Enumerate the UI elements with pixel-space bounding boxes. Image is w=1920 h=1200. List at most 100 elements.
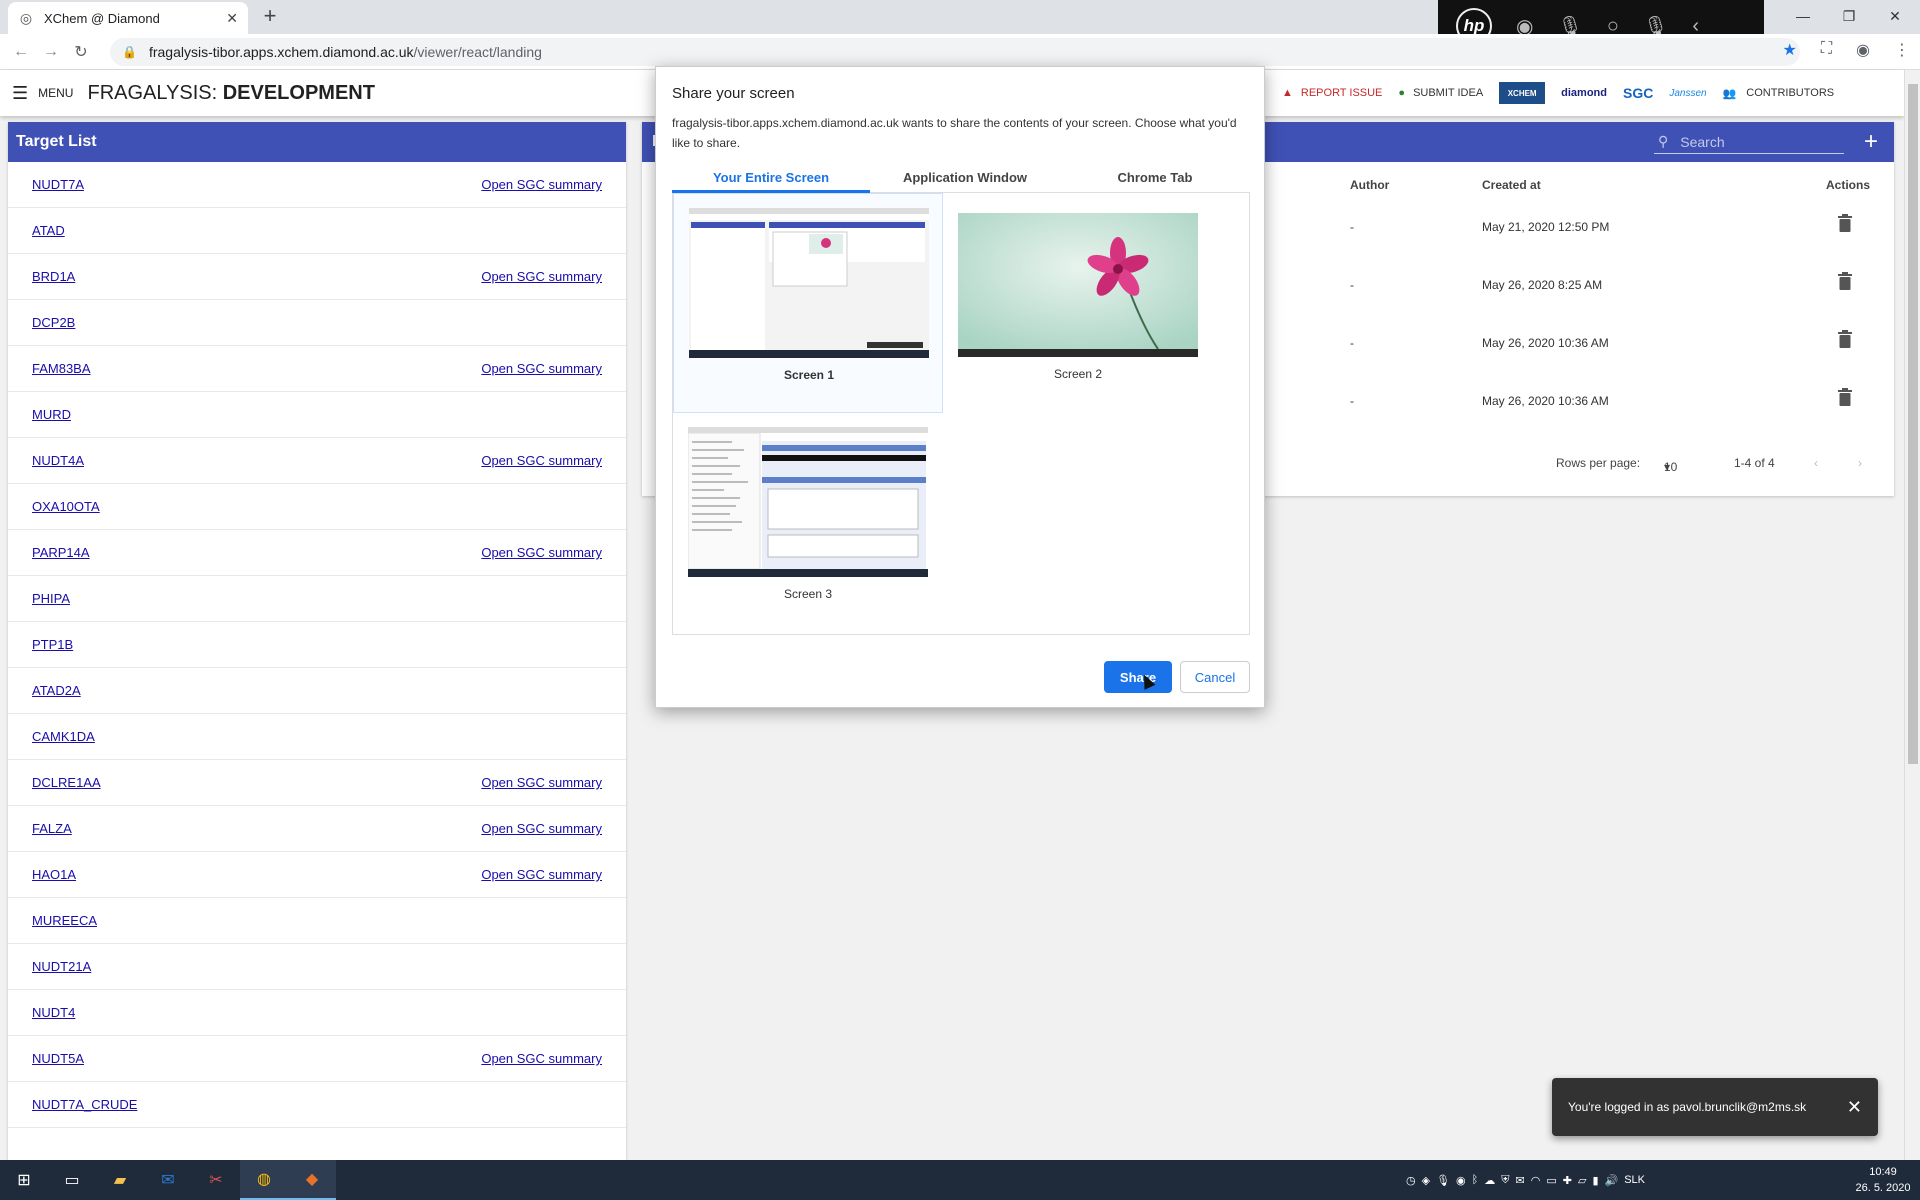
tab-application-window[interactable]: Application Window <box>870 163 1060 193</box>
tab-chrome-tab[interactable]: Chrome Tab <box>1060 163 1250 193</box>
sgc-summary-link[interactable]: Open SGC summary <box>481 177 602 192</box>
search-input[interactable]: ⚲ Search <box>1654 130 1844 154</box>
tray-antivirus-icon[interactable]: ✚ <box>1563 1174 1572 1187</box>
scrollbar-thumb[interactable] <box>1908 84 1918 764</box>
target-link[interactable]: FALZA <box>32 821 72 836</box>
back-icon[interactable]: ← <box>6 43 36 61</box>
page-scrollbar[interactable] <box>1904 70 1920 1160</box>
cancel-button[interactable]: Cancel <box>1180 661 1250 693</box>
target-link[interactable]: ATAD2A <box>32 683 81 698</box>
submit-idea-button[interactable]: ● SUBMIT IDEA <box>1398 87 1483 99</box>
search-icon: ⚲ <box>1658 133 1669 149</box>
tray-battery-icon[interactable]: ▮ <box>1592 1174 1598 1187</box>
outlook-icon[interactable]: ✉ <box>144 1160 192 1200</box>
sketch-app-icon[interactable]: ◆ <box>288 1160 336 1200</box>
target-link[interactable]: NUDT4 <box>32 1005 75 1020</box>
tray-volume-icon[interactable]: 🔊 <box>1605 1174 1619 1187</box>
more-vert-icon[interactable]: ⋮ <box>1894 40 1910 60</box>
chrome-icon[interactable]: ◍ <box>240 1160 288 1200</box>
prev-page-icon[interactable]: ‹ <box>1814 456 1818 470</box>
target-link[interactable]: OXA10OTA <box>32 499 100 514</box>
share-screen-dialog: Share your screen fragalysis-tibor.apps.… <box>655 66 1265 708</box>
system-tray: ◷ ◈ 🎙 ◉ ᛒ ☁ ⛨ ✉ ◠ ▭ ✚ ▱ ▮ 🔊 SLK <box>1406 1160 1645 1200</box>
tray-network-activity-icon[interactable]: ◷ <box>1406 1174 1416 1187</box>
target-row: DCLRE1AA Open SGC summary <box>8 760 626 806</box>
screen-option-1[interactable]: Screen 1 <box>673 193 943 413</box>
delete-icon[interactable] <box>1838 214 1852 235</box>
add-project-button[interactable]: + <box>1864 128 1878 156</box>
target-link[interactable]: PARP14A <box>32 545 90 560</box>
tray-display-icon[interactable]: ▭ <box>1546 1174 1556 1187</box>
cast-icon[interactable]: ⛶ <box>1821 40 1832 60</box>
forward-icon[interactable]: → <box>36 43 66 61</box>
profile-icon[interactable]: ◉ <box>1856 40 1870 60</box>
sgc-summary-link[interactable]: Open SGC summary <box>481 361 602 376</box>
report-issue-button[interactable]: ▲ REPORT ISSUE <box>1282 87 1382 99</box>
tray-cloud-icon[interactable]: ☁ <box>1484 1174 1495 1187</box>
tray-wifi-icon[interactable]: ◠ <box>1531 1174 1541 1187</box>
windows-start-icon[interactable]: ⊞ <box>0 1160 48 1200</box>
target-link[interactable]: NUDT7A_CRUDE <box>32 1097 137 1112</box>
target-link[interactable]: CAMK1DA <box>32 729 95 744</box>
contributors-button[interactable]: 👥 CONTRIBUTORS <box>1723 87 1835 100</box>
tray-bluetooth-icon[interactable]: ᛒ <box>1472 1174 1479 1186</box>
target-link[interactable]: DCP2B <box>32 315 75 330</box>
menu-button[interactable]: ☰ MENU <box>12 83 73 104</box>
screen-option-2[interactable]: Screen 2 <box>943 193 1213 413</box>
screen-1-label: Screen 1 <box>783 368 835 382</box>
tray-outlook-icon[interactable]: ✉ <box>1516 1174 1525 1187</box>
target-link[interactable]: MURD <box>32 407 71 422</box>
tray-chat-icon[interactable]: ▱ <box>1578 1174 1586 1187</box>
target-link[interactable]: NUDT7A <box>32 177 84 192</box>
target-link[interactable]: NUDT5A <box>32 1051 84 1066</box>
new-tab-button[interactable]: + <box>258 5 282 29</box>
bookmark-star-icon[interactable]: ★ <box>1782 40 1796 60</box>
task-view-icon[interactable]: ▭ <box>48 1160 96 1200</box>
next-page-icon[interactable]: › <box>1858 456 1862 470</box>
sgc-summary-link[interactable]: Open SGC summary <box>481 775 602 790</box>
target-link[interactable]: DCLRE1AA <box>32 775 101 790</box>
address-bar[interactable]: 🔒 fragalysis-tibor.apps.xchem.diamond.ac… <box>110 38 1800 66</box>
browser-tab[interactable]: ◎ XChem @ Diamond ✕ <box>8 2 248 34</box>
close-tab-icon[interactable]: ✕ <box>226 10 238 27</box>
target-link[interactable]: PHIPA <box>32 591 70 606</box>
close-window-icon[interactable]: ✕ <box>1872 0 1918 32</box>
sgc-summary-link[interactable]: Open SGC summary <box>481 269 602 284</box>
target-link[interactable]: FAM83BA <box>32 361 91 376</box>
close-icon[interactable]: ✕ <box>1847 1097 1862 1118</box>
sgc-summary-link[interactable]: Open SGC summary <box>481 545 602 560</box>
delete-icon[interactable] <box>1838 388 1852 409</box>
target-row: MUREECA <box>8 898 626 944</box>
target-link[interactable]: MUREECA <box>32 913 97 928</box>
tray-shield-icon[interactable]: ⛨ <box>1501 1174 1509 1187</box>
sgc-summary-link[interactable]: Open SGC summary <box>481 867 602 882</box>
delete-icon[interactable] <box>1838 330 1852 351</box>
target-link[interactable]: BRD1A <box>32 269 75 284</box>
target-link[interactable]: ATAD <box>32 223 65 238</box>
target-link[interactable]: PTP1B <box>32 637 73 652</box>
tray-mic-icon[interactable]: 🎙 <box>1436 1174 1450 1187</box>
tab-entire-screen[interactable]: Your Entire Screen <box>672 163 870 193</box>
target-link[interactable]: NUDT21A <box>32 959 91 974</box>
sgc-summary-link[interactable]: Open SGC summary <box>481 821 602 836</box>
restore-icon[interactable]: ❐ <box>1826 0 1872 32</box>
target-link[interactable]: NUDT4A <box>32 453 84 468</box>
janssen-logo: Janssen <box>1669 87 1707 99</box>
sgc-summary-link[interactable]: Open SGC summary <box>481 453 602 468</box>
file-explorer-icon[interactable]: ▰ <box>96 1160 144 1200</box>
column-author[interactable]: Author <box>1350 178 1389 192</box>
screen-option-3[interactable]: Screen 3 <box>673 413 943 633</box>
column-created-at[interactable]: Created at <box>1482 178 1541 192</box>
tray-app-icon[interactable]: ◉ <box>1456 1174 1466 1187</box>
delete-icon[interactable] <box>1838 272 1852 293</box>
minimize-icon[interactable]: — <box>1780 0 1826 32</box>
target-link[interactable]: HAO1A <box>32 867 76 882</box>
toolbar-actions: ★ ⛶ ◉ ⋮ <box>1782 40 1910 60</box>
snipping-tool-icon[interactable]: ✂ <box>192 1160 240 1200</box>
tray-language[interactable]: SLK <box>1624 1174 1645 1186</box>
reload-icon[interactable]: ↻ <box>66 42 96 62</box>
sgc-summary-link[interactable]: Open SGC summary <box>481 1051 602 1066</box>
taskbar-clock[interactable]: 10:49 26. 5. 2020 <box>1848 1164 1918 1196</box>
snackbar-message: You're logged in as pavol.brunclik@m2ms.… <box>1568 1100 1807 1114</box>
tray-security-icon[interactable]: ◈ <box>1422 1174 1430 1187</box>
